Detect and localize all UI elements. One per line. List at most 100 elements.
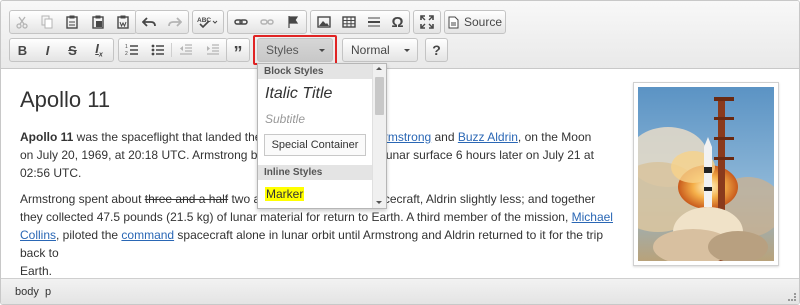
spellcheck-icon: ABC — [197, 17, 218, 29]
help-label: ? — [432, 42, 441, 58]
element-path-bar: body p — [1, 278, 799, 304]
editor-content[interactable]: Apollo 11 Apollo 11 was the spaceflight … — [1, 70, 799, 278]
paste-button[interactable] — [59, 11, 85, 33]
marker-label: Marker — [265, 187, 305, 201]
link-command-module[interactable]: command — [121, 228, 174, 242]
style-subtitle[interactable]: Subtitle — [265, 112, 305, 126]
text-span: 02:56 UTC. — [20, 166, 82, 180]
paste-icon — [66, 15, 78, 29]
link-icon — [234, 19, 248, 25]
paste-from-word-button[interactable] — [110, 11, 136, 33]
outdent-button[interactable] — [172, 39, 199, 61]
style-italic-title[interactable]: Italic Title — [265, 85, 332, 103]
remove-format-icon: Ix — [95, 41, 103, 59]
omega-icon: Ω — [391, 13, 404, 31]
numbered-list-icon: 12 — [125, 44, 138, 57]
copy-button[interactable] — [35, 11, 60, 33]
styles-combo-highlight — [253, 35, 337, 65]
paste-text-button[interactable] — [85, 11, 111, 33]
bold-icon: B — [17, 42, 28, 58]
link-buzz-aldrin[interactable]: Buzz Aldrin — [458, 130, 518, 144]
basic-styles-group: B I S Ix — [9, 38, 114, 62]
bulleted-list-button[interactable] — [145, 39, 171, 61]
maximize-group — [413, 10, 441, 34]
path-item-p[interactable]: p — [45, 286, 51, 298]
maximize-icon — [420, 15, 434, 29]
maximize-button[interactable] — [414, 11, 440, 33]
editor-toolbar: ABC Ω Source B I S Ix 1 2 ” Styles Norma… — [1, 1, 799, 69]
rocket-launch-picture — [638, 87, 774, 261]
bold-button[interactable]: B — [10, 39, 35, 61]
cut-icon — [16, 16, 28, 29]
insert-group: Ω — [310, 10, 410, 34]
resize-handle-icon[interactable] — [788, 293, 796, 301]
text-span: was the spaceflight that landed the f — [73, 130, 269, 144]
text-span: , piloted the — [56, 228, 122, 242]
format-combo-label: Normal — [351, 43, 390, 57]
italic-button[interactable]: I — [35, 39, 60, 61]
numbered-list-button[interactable]: 12 — [119, 39, 145, 61]
redo-button[interactable] — [162, 11, 188, 33]
help-button[interactable]: ? — [426, 39, 447, 61]
unlink-icon — [260, 19, 274, 25]
svg-text:2: 2 — [125, 51, 128, 57]
indent-button[interactable] — [199, 39, 226, 61]
scroll-down-icon[interactable] — [376, 201, 382, 204]
spellcheck-button[interactable]: ABC — [193, 11, 223, 33]
strikethrough-button[interactable]: S — [60, 39, 85, 61]
rich-text-editor: ABC Ω Source B I S Ix 1 2 ” Styles Norma… — [0, 0, 800, 305]
clipboard-group — [9, 10, 137, 34]
anchor-button[interactable] — [280, 11, 306, 33]
spellcheck-group: ABC — [192, 10, 224, 34]
paste-text-icon — [91, 15, 104, 29]
undo-icon — [142, 17, 156, 27]
bulleted-list-icon — [151, 44, 164, 56]
paste-from-word-icon — [117, 15, 129, 29]
horizontal-line-button[interactable] — [361, 11, 386, 33]
source-button[interactable]: Source — [445, 11, 505, 33]
link-michael-collins[interactable]: Michael — [572, 210, 613, 224]
text-span: , on the Moon — [517, 130, 592, 144]
anchor-flag-icon — [288, 16, 299, 28]
text-span: they collected 47.5 pounds (21.5 kg) of … — [20, 210, 572, 224]
italic-icon: I — [45, 42, 50, 58]
link-group — [227, 10, 307, 34]
image-button[interactable] — [311, 11, 336, 33]
svg-text:1: 1 — [125, 44, 128, 50]
scroll-up-icon[interactable] — [376, 67, 382, 70]
dropdown-scrollbar[interactable] — [372, 64, 386, 208]
link-button[interactable] — [228, 11, 254, 33]
cut-button[interactable] — [10, 11, 35, 33]
image-icon — [316, 16, 331, 28]
unlink-button[interactable] — [254, 11, 280, 33]
blockquote-button[interactable]: ” — [227, 39, 249, 63]
horizontal-line-icon — [367, 17, 380, 27]
text-span: the lunar surface 6 hours later on July … — [363, 148, 594, 162]
format-combo[interactable]: Normal — [342, 38, 418, 62]
path-item-body[interactable]: body — [15, 286, 39, 298]
link-michael-collins[interactable]: Collins — [20, 228, 56, 242]
document-title: Apollo 11 — [20, 87, 111, 112]
special-char-button[interactable]: Ω — [386, 11, 409, 33]
strikethrough-text: three and a half — [144, 192, 229, 206]
styles-dropdown-panel: Block Styles Italic Title Subtitle Speci… — [257, 63, 387, 209]
chevron-down-icon — [404, 49, 410, 52]
table-icon — [341, 16, 356, 28]
help-group: ? — [425, 38, 448, 62]
redo-icon — [168, 17, 182, 27]
source-icon — [448, 16, 459, 28]
table-button[interactable] — [336, 11, 361, 33]
style-marker[interactable]: Marker — [265, 187, 305, 201]
source-group: Source — [444, 10, 506, 34]
text-span: on July 20, 1969, at 20:18 UTC. Armstron… — [20, 148, 271, 162]
saturn-v-launch-image[interactable] — [633, 82, 779, 266]
scrollbar-thumb[interactable] — [375, 77, 384, 115]
style-special-container[interactable]: Special Container — [264, 134, 366, 156]
text-span: and — [431, 130, 458, 144]
outdent-icon — [179, 44, 192, 55]
bold-text: Apollo 11 — [20, 130, 74, 144]
text-span: pacecraft, Aldrin slightly less; and tog… — [370, 192, 596, 206]
indent-icon — [206, 44, 219, 55]
undo-button[interactable] — [136, 11, 162, 33]
remove-format-button[interactable]: Ix — [85, 39, 113, 61]
